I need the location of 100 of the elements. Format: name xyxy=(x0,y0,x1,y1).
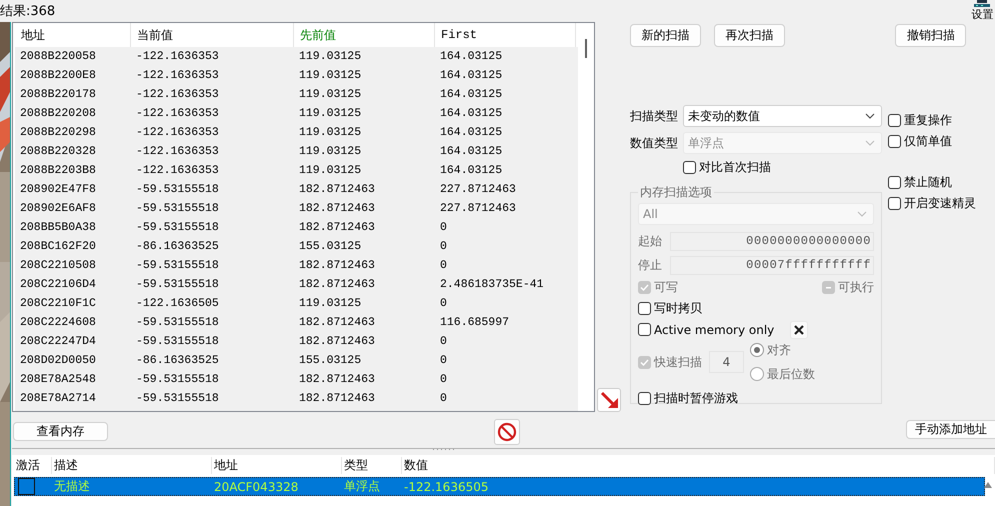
table-cell-text: 2.486183735E-41 xyxy=(439,278,545,291)
radio-button[interactable] xyxy=(750,343,764,357)
stop-button[interactable] xyxy=(494,418,520,444)
column-header[interactable]: 激活 xyxy=(14,457,52,474)
scan-button[interactable]: 再次扫描 xyxy=(714,24,786,47)
table-cell-text: 0 xyxy=(439,221,448,234)
radio-label: 最后位数 xyxy=(767,366,815,382)
table-cell-text: -59.53155518 xyxy=(135,259,220,272)
table-cell-text: 208D02D0050 xyxy=(19,354,97,367)
table-cell-text: 155.03125 xyxy=(298,354,362,367)
table-cell-text: 0 xyxy=(439,297,448,310)
table-cell-text: -59.53155518 xyxy=(135,278,220,291)
table-cell-text: 2088B2203B8 xyxy=(19,164,97,177)
table-cell-text: 20ACF043328 xyxy=(213,480,300,494)
copy-on-write-checkbox[interactable] xyxy=(638,302,651,315)
scan-button[interactable]: 撤销扫描 xyxy=(895,24,966,47)
option-checkbox[interactable] xyxy=(888,135,901,148)
table-cell-text: 119.03125 xyxy=(298,107,362,120)
address-field[interactable]: 0000000000000000 xyxy=(670,232,874,250)
table-cell-text: 单浮点 xyxy=(343,478,381,495)
table-cell-text: 182.8712463 xyxy=(298,278,376,291)
checkbox-label: 写时拷贝 xyxy=(654,300,702,317)
radio-button[interactable] xyxy=(750,367,764,381)
checkbox-label: 快速扫描 xyxy=(654,354,702,370)
table-cell-text: 182.8712463 xyxy=(298,373,376,386)
table-cell-text: 2088B220328 xyxy=(19,145,97,158)
table-cell-text: 0 xyxy=(439,354,448,367)
table-cell-text: 2088B220208 xyxy=(19,107,97,120)
column-header[interactable]: 地址 xyxy=(212,457,342,474)
table-cell-text: 2088B220298 xyxy=(19,126,97,139)
column-header[interactable]: 描述 xyxy=(52,457,212,474)
table-cell-text: 164.03125 xyxy=(439,88,504,101)
address-field[interactable]: 00007fffffffffff xyxy=(670,256,874,274)
results-count: 结果:368 xyxy=(0,3,56,21)
table-cell-text: -59.53155518 xyxy=(135,392,220,405)
table-cell-text: -86.16363525 xyxy=(135,354,220,367)
check-icon xyxy=(639,282,650,293)
field-label: 数值类型 xyxy=(630,134,679,152)
table-cell-text: 208902E6AF8 xyxy=(19,202,97,215)
table-cell-text: -122.1636505 xyxy=(403,480,490,494)
table-cell-text: 182.8712463 xyxy=(298,183,376,196)
option-checkbox[interactable] xyxy=(888,176,901,189)
table-cell-text: 208C2210F1C xyxy=(19,297,97,310)
column-header[interactable]: 数值 xyxy=(402,457,995,474)
table-cell-text: 119.03125 xyxy=(298,164,362,177)
scan-type-dropdown[interactable]: 未变动的数值 xyxy=(683,105,882,127)
table-cell-text: 119.03125 xyxy=(298,69,362,82)
toolbar-icon xyxy=(973,0,992,8)
table-cell-text: 182.8712463 xyxy=(298,316,376,329)
active-checkbox[interactable] xyxy=(18,478,35,495)
table-cell-text: 119.03125 xyxy=(298,297,362,310)
table-cell-text: 2088B2200E8 xyxy=(19,69,97,82)
table-cell-text: -122.1636353 xyxy=(135,145,220,158)
checkbox-label: 重复操作 xyxy=(904,112,952,129)
table-cell-text: 0 xyxy=(439,240,448,253)
checkbox-label: 可执行 xyxy=(838,279,874,296)
table-cell-text: 0 xyxy=(439,335,448,348)
chevron-down-icon xyxy=(857,211,867,217)
option-checkbox[interactable] xyxy=(888,114,901,127)
table-cell-text: -59.53155518 xyxy=(135,335,220,348)
compare-first-checkbox[interactable] xyxy=(683,160,696,174)
table-cell-text: 2088B220058 xyxy=(19,50,97,63)
checkbox-label: Active memory only xyxy=(654,322,774,336)
checkbox-label: 开启变速精灵 xyxy=(904,195,976,212)
active-memory-checkbox[interactable] xyxy=(638,323,651,336)
option-checkbox[interactable] xyxy=(888,197,901,210)
column-header[interactable]: 类型 xyxy=(342,457,402,474)
table-cell-text: 116.685997 xyxy=(439,316,510,329)
scan-button[interactable]: 新的扫描 xyxy=(630,24,702,47)
table-cell-text: -122.1636353 xyxy=(135,164,220,177)
table-cell-text: 119.03125 xyxy=(298,126,362,139)
table-cell-text: 无描述 xyxy=(53,478,91,495)
table-cell-text: -59.53155518 xyxy=(135,316,220,329)
close-icon xyxy=(793,324,806,336)
list-row[interactable]: 无描述 20ACF043328 单浮点 -122.1636505 xyxy=(14,477,985,496)
table-cell-text: -122.1636505 xyxy=(135,297,220,310)
table-cell-text: -122.1636353 xyxy=(135,126,220,139)
checkbox-label: 对比首次扫描 xyxy=(699,158,771,176)
arrow-button[interactable] xyxy=(597,388,621,412)
table-cell-text: -59.53155518 xyxy=(135,373,220,386)
clear-button[interactable] xyxy=(790,320,808,338)
table-cell-text: -122.1636353 xyxy=(135,107,220,120)
add-address-button[interactable]: 手动添加地址 xyxy=(906,420,995,439)
table-cell-text: 2088B220178 xyxy=(19,88,97,101)
table-cell-text: 208E78A2714 xyxy=(19,392,97,405)
table-cell-text: 164.03125 xyxy=(439,107,504,120)
table-cell-text: 164.03125 xyxy=(439,69,504,82)
field-label: 停止 xyxy=(638,256,663,274)
table-cell-text: 227.8712463 xyxy=(439,202,517,215)
table-cell-text: 164.03125 xyxy=(439,164,504,177)
table-cell-text: -122.1636353 xyxy=(135,88,220,101)
pause-game-checkbox[interactable] xyxy=(638,392,651,405)
table-cell-text: 208BB5B0A38 xyxy=(19,221,97,234)
table-cell-text: 164.03125 xyxy=(439,145,504,158)
view-memory-button[interactable]: 查看内存 xyxy=(13,422,108,441)
table-cell-text: -122.1636353 xyxy=(135,69,220,82)
settings-button[interactable]: 设置 xyxy=(973,0,995,22)
table-cell-text: 208E78A2548 xyxy=(19,373,97,386)
table-cell-text: 182.8712463 xyxy=(298,221,376,234)
table-cell-text: 208C22106D4 xyxy=(19,278,97,291)
